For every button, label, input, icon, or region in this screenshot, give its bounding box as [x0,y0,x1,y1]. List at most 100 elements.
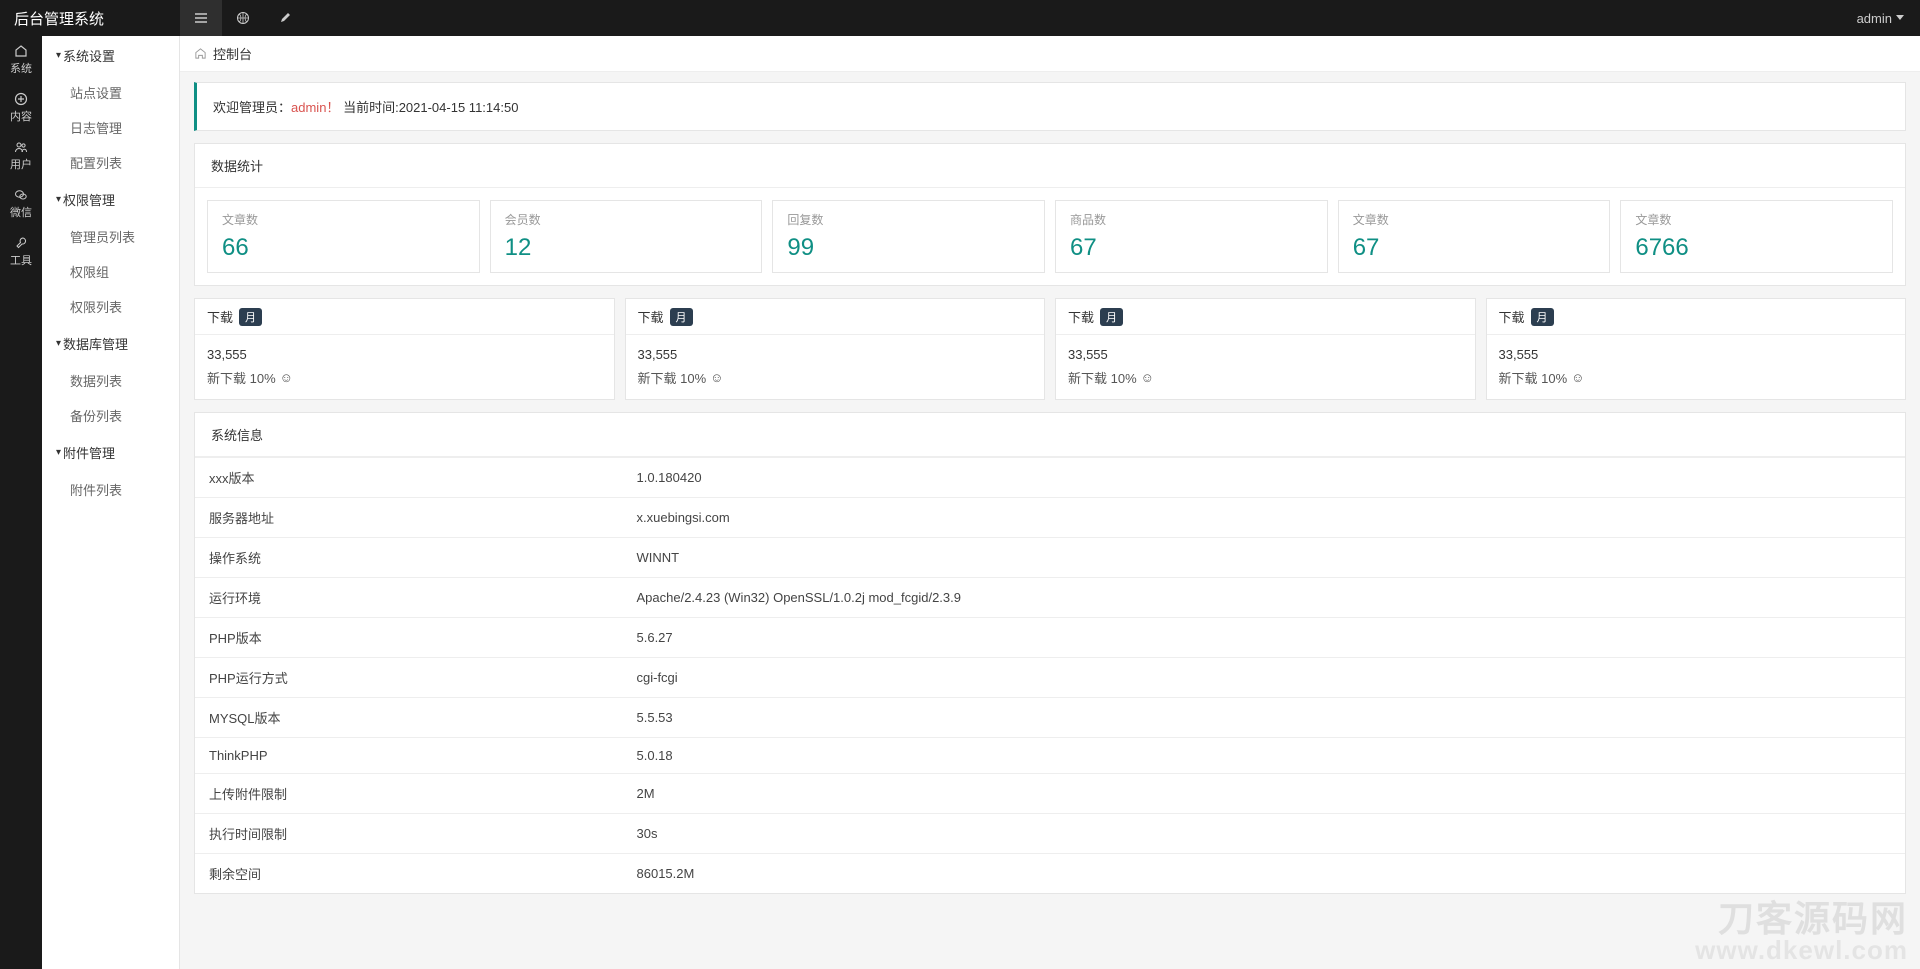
download-card-body: 33,555 新下载 10% ☺ [195,335,614,399]
download-card-head: 下载 月 [626,299,1045,335]
stats-panel: 数据统计 文章数 66 会员数 12 回复数 99 商品数 67 [194,143,1906,286]
sidebar-icon-system[interactable]: 系统 [0,36,42,84]
sidebar-icon-user[interactable]: 用户 [0,132,42,180]
download-title: 下载 [638,307,664,326]
download-card: 下载 月 33,555 新下载 10% ☺ [194,298,615,400]
sidebar-icon-label: 微信 [10,204,32,220]
stat-label: 文章数 [222,211,465,228]
table-row: MYSQL版本5.5.53 [195,698,1905,738]
stat-card: 文章数 67 [1338,200,1611,273]
menu-item-backup-list[interactable]: 备份列表 [42,398,179,433]
menu-group-label: 数据库管理 [63,334,128,353]
sidebar-icon-tools[interactable]: 工具 [0,228,42,276]
menu-item-perm-list[interactable]: 权限列表 [42,289,179,324]
download-card-head: 下载 月 [195,299,614,335]
caret-down-icon [1896,15,1904,21]
content-area: 欢迎管理员：admin！ 当前时间:2021-04-15 11:14:50 数据… [180,72,1920,916]
menu-group-label: 权限管理 [63,190,115,209]
table-row: PHP运行方式cgi-fcgi [195,658,1905,698]
stat-value: 12 [505,234,748,262]
menu-item-attach-list[interactable]: 附件列表 [42,472,179,507]
caret-down-icon: ▾ [56,194,61,205]
stat-label: 文章数 [1635,211,1878,228]
menu-item-config-list[interactable]: 配置列表 [42,145,179,180]
download-title: 下载 [1499,307,1525,326]
download-row: 下载 月 33,555 新下载 10% ☺ 下载 月 33,555 [194,298,1906,400]
sysinfo-val: 2M [623,774,1906,814]
menu-item-data-list[interactable]: 数据列表 [42,363,179,398]
download-sub: 新下载 10% ☺ [207,368,602,387]
sysinfo-key: ThinkPHP [195,738,623,774]
table-row: xxx版本1.0.180420 [195,458,1905,498]
menu-group-permissions[interactable]: ▾ 权限管理 [42,180,179,219]
toggle-menu-button[interactable] [180,0,222,36]
download-card-head: 下载 月 [1487,299,1906,335]
menu-group-database[interactable]: ▾ 数据库管理 [42,324,179,363]
welcome-admin: admin！ [291,100,339,115]
globe-icon [236,11,250,25]
sysinfo-val: WINNT [623,538,1906,578]
table-row: 剩余空间86015.2M [195,854,1905,894]
table-row: 操作系统WINNT [195,538,1905,578]
stat-card: 文章数 6766 [1620,200,1893,273]
sysinfo-key: 服务器地址 [195,498,623,538]
stat-value: 67 [1070,234,1313,262]
download-title: 下载 [207,307,233,326]
home-icon [14,44,28,58]
brand-title: 后台管理系统 [0,8,180,29]
stat-label: 文章数 [1353,211,1596,228]
download-card-body: 33,555 新下载 10% ☺ [1487,335,1906,399]
stat-card: 文章数 66 [207,200,480,273]
menu-group-system[interactable]: ▾ 系统设置 [42,36,179,75]
download-badge: 月 [670,308,693,326]
table-row: PHP版本5.6.27 [195,618,1905,658]
sysinfo-val: 5.5.53 [623,698,1906,738]
welcome-prefix: 欢迎管理员： [213,100,291,115]
globe-button[interactable] [222,0,264,36]
top-header: 后台管理系统 admin [0,0,1920,36]
sysinfo-key: 剩余空间 [195,854,623,894]
table-row: ThinkPHP5.0.18 [195,738,1905,774]
download-title: 下载 [1068,307,1094,326]
sysinfo-val: 5.6.27 [623,618,1906,658]
menu-item-log-manage[interactable]: 日志管理 [42,110,179,145]
breadcrumb: 控制台 [180,36,1920,72]
download-card: 下载 月 33,555 新下载 10% ☺ [625,298,1046,400]
sysinfo-val: Apache/2.4.23 (Win32) OpenSSL/1.0.2j mod… [623,578,1906,618]
download-card-head: 下载 月 [1056,299,1475,335]
menu-icon [194,11,208,25]
menu-group-attachment[interactable]: ▾ 附件管理 [42,433,179,472]
sidebar-icon-wechat[interactable]: 微信 [0,180,42,228]
stat-value: 99 [787,234,1030,262]
smile-icon: ☺ [280,370,293,385]
menu-group-label: 系统设置 [63,46,115,65]
stat-value: 6766 [1635,234,1878,262]
caret-down-icon: ▾ [56,338,61,349]
download-card-body: 33,555 新下载 10% ☺ [1056,335,1475,399]
sysinfo-key: xxx版本 [195,458,623,498]
download-badge: 月 [239,308,262,326]
stat-card: 商品数 67 [1055,200,1328,273]
user-menu[interactable]: admin [1857,11,1920,26]
wechat-icon [14,188,28,202]
user-label: admin [1857,11,1892,26]
table-row: 执行时间限制30s [195,814,1905,854]
menu-sidebar: ▾ 系统设置 站点设置 日志管理 配置列表 ▾ 权限管理 管理员列表 权限组 权… [42,36,180,969]
sidebar-icon-label: 系统 [10,60,32,76]
sysinfo-key: PHP版本 [195,618,623,658]
sysinfo-val: x.xuebingsi.com [623,498,1906,538]
download-sub: 新下载 10% ☺ [1068,368,1463,387]
menu-item-site-settings[interactable]: 站点设置 [42,75,179,110]
table-row: 服务器地址x.xuebingsi.com [195,498,1905,538]
main-content: 控制台 欢迎管理员：admin！ 当前时间:2021-04-15 11:14:5… [180,36,1920,969]
table-row: 上传附件限制2M [195,774,1905,814]
sidebar-icon-content[interactable]: 内容 [0,84,42,132]
paint-button[interactable] [264,0,306,36]
menu-item-perm-group[interactable]: 权限组 [42,254,179,289]
smile-icon: ☺ [710,370,723,385]
sysinfo-key: 操作系统 [195,538,623,578]
sysinfo-key: MYSQL版本 [195,698,623,738]
menu-item-admin-list[interactable]: 管理员列表 [42,219,179,254]
sysinfo-val: 5.0.18 [623,738,1906,774]
stat-label: 回复数 [787,211,1030,228]
